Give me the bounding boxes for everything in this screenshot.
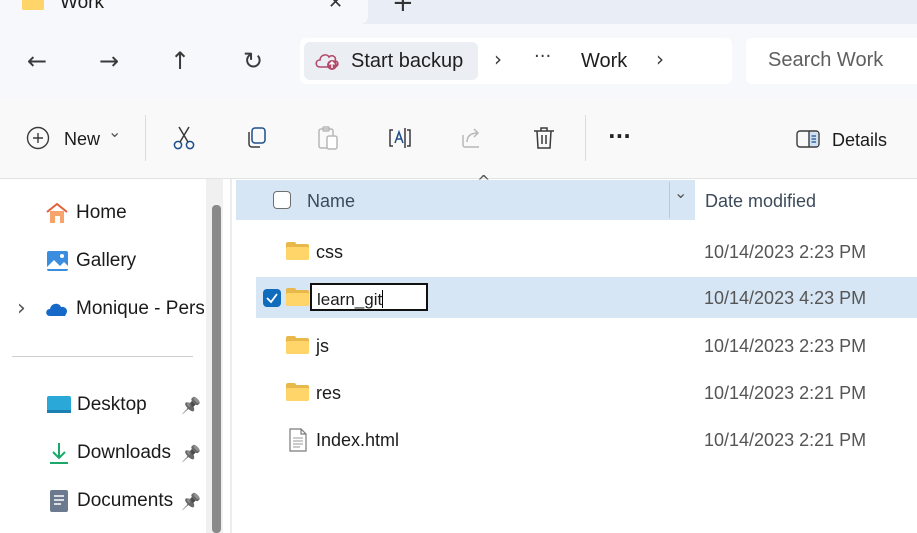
start-backup-button[interactable]: Start backup xyxy=(304,42,478,80)
desktop-icon xyxy=(47,396,71,413)
list-item[interactable]: res 10/14/2023 2:21 PM xyxy=(256,372,917,414)
row-checkbox-checked[interactable] xyxy=(263,289,281,307)
sidebar-item-label: Gallery xyxy=(76,250,137,271)
sidebar-item-documents[interactable]: Documents xyxy=(46,481,173,521)
column-header-date-modified[interactable]: Date modified xyxy=(705,191,816,212)
share-button xyxy=(459,125,485,151)
file-name: css xyxy=(316,242,343,262)
sidebar-item-downloads[interactable]: Downloads xyxy=(46,433,171,473)
pin-icon[interactable]: 📌 xyxy=(181,396,201,416)
delete-icon xyxy=(534,127,554,149)
folder-icon xyxy=(286,336,309,354)
paste-icon xyxy=(318,126,338,150)
new-button[interactable]: New ⌄ xyxy=(24,122,128,156)
tab-work[interactable]: Work ✕ xyxy=(0,0,368,24)
column-divider[interactable] xyxy=(669,182,670,218)
file-date: 10/14/2023 2:21 PM xyxy=(704,430,867,450)
details-button[interactable]: Details xyxy=(794,124,894,154)
copy-button[interactable] xyxy=(243,125,269,151)
toolbar-divider xyxy=(145,115,146,161)
list-item-selected[interactable]: learn_git 10/14/2023 4:23 PM xyxy=(256,277,917,318)
cut-icon xyxy=(173,126,195,150)
rename-icon xyxy=(389,128,411,148)
breadcrumb-work[interactable]: Work xyxy=(581,50,627,73)
select-all-checkbox[interactable] xyxy=(273,191,291,209)
search-placeholder: Search Work xyxy=(768,49,884,71)
refresh-button[interactable]: ↻ xyxy=(235,43,271,79)
copy-icon xyxy=(248,127,266,148)
home-icon xyxy=(46,202,68,223)
column-header-row xyxy=(236,180,695,220)
start-backup-label: Start backup xyxy=(351,50,464,72)
file-name: res xyxy=(316,383,342,403)
file-name: Index.html xyxy=(316,430,400,450)
sidebar-item-desktop[interactable]: Desktop xyxy=(46,385,147,425)
details-label: Details xyxy=(832,130,888,150)
file-date: 10/14/2023 2:21 PM xyxy=(704,383,867,403)
file-date: 10/14/2023 4:23 PM xyxy=(704,288,867,308)
folder-icon xyxy=(286,242,309,260)
check-icon xyxy=(266,293,278,304)
chevron-right-icon[interactable]: › xyxy=(494,47,502,71)
tab-title: Work xyxy=(60,0,104,13)
delete-button[interactable] xyxy=(531,125,557,151)
chevron-right-icon[interactable]: › xyxy=(656,47,664,71)
sidebar-item-label: Downloads xyxy=(77,442,171,463)
cut-button[interactable] xyxy=(171,125,197,151)
text-caret xyxy=(382,290,384,308)
sidebar-item-label: Home xyxy=(76,202,127,223)
more-icon[interactable]: ··· xyxy=(608,124,631,148)
sidebar-item-onedrive[interactable]: Monique - Persc xyxy=(44,289,204,329)
sidebar-scrollbar-thumb[interactable] xyxy=(212,205,221,533)
cloud-upload-icon xyxy=(315,54,339,70)
file-date: 10/14/2023 2:23 PM xyxy=(704,242,867,262)
pin-icon[interactable]: 📌 xyxy=(181,492,201,512)
documents-icon xyxy=(50,490,68,512)
close-icon[interactable]: ✕ xyxy=(328,0,343,13)
sort-ascending-icon: ^ xyxy=(477,172,491,191)
sidebar-item-home[interactable]: Home xyxy=(44,193,127,233)
new-label: New xyxy=(64,129,101,149)
back-button[interactable]: ← xyxy=(19,43,55,79)
download-icon xyxy=(50,443,68,464)
rename-input[interactable]: learn_git xyxy=(310,283,428,311)
gallery-icon xyxy=(47,251,68,271)
rename-input-value: learn_git xyxy=(317,290,383,309)
paste-button xyxy=(315,125,341,151)
file-name: js xyxy=(316,336,329,356)
expand-chevron-icon[interactable]: › xyxy=(17,296,26,321)
new-tab-button[interactable]: + xyxy=(392,0,414,18)
details-pane-icon xyxy=(796,130,820,148)
sidebar-divider xyxy=(12,356,193,357)
rename-button[interactable] xyxy=(387,125,413,151)
column-header-name[interactable]: Name xyxy=(307,191,355,212)
sidebar-item-label: Monique - Persc xyxy=(76,298,204,319)
column-filter-chevron-icon[interactable]: ⌄ xyxy=(674,183,687,202)
chevron-down-icon: ⌄ xyxy=(108,122,122,141)
pane-splitter[interactable] xyxy=(230,179,232,533)
forward-button[interactable]: → xyxy=(91,43,127,79)
file-date: 10/14/2023 2:23 PM xyxy=(704,336,867,356)
file-icon xyxy=(289,428,307,452)
share-icon xyxy=(462,128,480,148)
list-item[interactable]: js 10/14/2023 2:23 PM xyxy=(256,325,917,367)
breadcrumb-overflow-button[interactable]: ··· xyxy=(534,46,551,67)
folder-icon xyxy=(286,288,309,306)
folder-icon xyxy=(22,0,44,10)
plus-circle-icon xyxy=(26,126,50,150)
pin-icon[interactable]: 📌 xyxy=(181,444,201,464)
sidebar-item-gallery[interactable]: Gallery xyxy=(44,241,136,281)
onedrive-icon xyxy=(46,303,68,316)
folder-icon xyxy=(286,383,309,401)
sidebar-item-label: Desktop xyxy=(77,394,147,415)
toolbar-divider xyxy=(585,115,586,161)
up-button[interactable]: ↑ xyxy=(162,43,198,79)
list-item[interactable]: css 10/14/2023 2:23 PM xyxy=(256,231,917,273)
sidebar-item-label: Documents xyxy=(77,490,174,511)
list-item[interactable]: Index.html 10/14/2023 2:21 PM xyxy=(256,419,917,461)
